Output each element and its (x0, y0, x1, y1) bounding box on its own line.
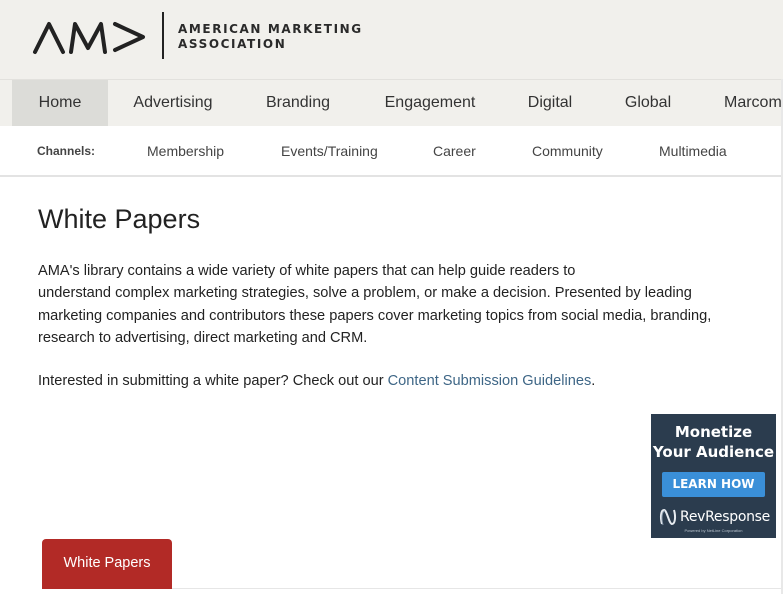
logo-divider (162, 12, 164, 59)
nav-item-digital[interactable]: Digital (510, 80, 590, 126)
nav-item-marcom[interactable]: Marcom (724, 80, 783, 126)
revresponse-n-icon (659, 508, 677, 526)
nav-item-advertising[interactable]: Advertising (118, 80, 228, 126)
nav-item-engagement[interactable]: Engagement (370, 80, 490, 126)
channel-multimedia[interactable]: Multimedia (659, 126, 727, 176)
content-submission-guidelines-link[interactable]: Content Submission Guidelines (388, 373, 592, 389)
revresponse-ad[interactable]: Monetize Your Audience LEARN HOW RevResp… (651, 414, 776, 538)
ad-brand-subtitle: Powered by NetLine Corporation (684, 528, 743, 533)
nav-item-home[interactable]: Home (12, 80, 108, 126)
submission-prefix: Interested in submitting a white paper? … (38, 373, 388, 389)
org-name: AMERICAN MARKETING ASSOCIATION (178, 22, 363, 52)
intro-line: AMA's library contains a wide variety of… (38, 263, 576, 279)
nav-item-global[interactable]: Global (610, 80, 686, 126)
nav-item-branding[interactable]: Branding (248, 80, 348, 126)
page-title: White Papers (38, 204, 201, 234)
ad-headline: Monetize Your Audience (651, 422, 776, 462)
intro-paragraph: AMA's library contains a wide variety of… (38, 260, 748, 349)
ad-learn-how-button[interactable]: LEARN HOW (662, 472, 765, 497)
channels-bar: Channels: Membership Events/Training Car… (0, 126, 783, 177)
channel-events-training[interactable]: Events/Training (281, 126, 378, 176)
ad-brand: RevResponse (657, 506, 772, 528)
ama-logo-icon (33, 22, 145, 54)
site-header: AMERICAN MARKETING ASSOCIATION (0, 0, 783, 80)
submission-note: Interested in submitting a white paper? … (38, 370, 595, 392)
channels-label: Channels: (37, 144, 96, 158)
org-name-line2: ASSOCIATION (178, 37, 287, 51)
intro-line: marketing companies and contributors the… (38, 307, 712, 324)
submission-suffix: . (591, 373, 596, 389)
channel-career[interactable]: Career (433, 126, 476, 176)
intro-line: understand complex marketing strategies,… (38, 285, 692, 302)
channel-membership[interactable]: Membership (147, 126, 224, 176)
main-nav: Home Advertising Branding Engagement Dig… (0, 79, 783, 126)
ad-brand-name: RevResponse (680, 509, 770, 525)
channel-community[interactable]: Community (532, 126, 603, 176)
intro-line: research to advertising, direct marketin… (38, 329, 368, 346)
tab-white-papers[interactable]: White Papers (42, 539, 172, 589)
org-name-line1: AMERICAN MARKETING (178, 22, 363, 36)
ad-headline-line1: Monetize (674, 423, 753, 441)
ad-headline-line2: Your Audience (652, 443, 775, 461)
ama-logo-link[interactable] (32, 12, 152, 60)
